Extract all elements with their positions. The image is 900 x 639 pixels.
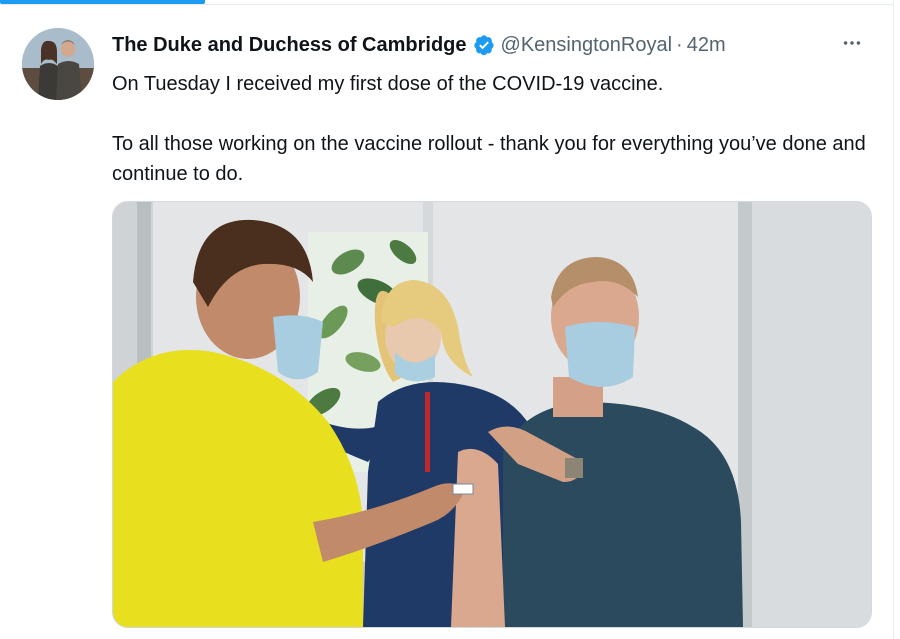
more-dots-glyph — [843, 41, 861, 45]
author-name[interactable]: The Duke and Duchess of Cambridge — [112, 34, 467, 57]
author-handle[interactable]: @KensingtonRoyal — [501, 34, 673, 57]
tweet-text-paragraph: To all those working on the vaccine roll… — [112, 133, 866, 185]
tweet[interactable]: The Duke and Duchess of Cambridge @Kensi… — [0, 5, 893, 639]
header-separator: · — [676, 33, 683, 56]
tweet-header: The Duke and Duchess of Cambridge @Kensi… — [112, 32, 867, 58]
timestamp[interactable]: 42m — [687, 34, 726, 57]
verified-badge-icon — [473, 35, 494, 56]
tweet-text: On Tuesday I received my first dose of t… — [112, 69, 872, 189]
vaccination-photo — [113, 202, 871, 627]
more-horizontal-icon[interactable] — [837, 30, 867, 56]
tweet-text-paragraph: On Tuesday I received my first dose of t… — [112, 73, 664, 95]
tweet-media-photo[interactable] — [112, 201, 872, 628]
avatar[interactable] — [22, 28, 94, 100]
column-border — [893, 0, 894, 639]
avatar-photo — [22, 28, 94, 100]
